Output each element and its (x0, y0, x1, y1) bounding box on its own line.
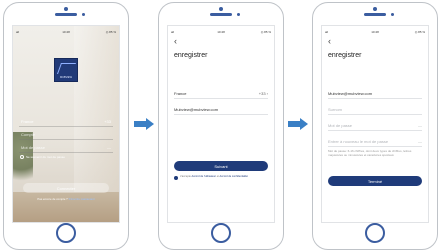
battery-text: ◎ 85 % (260, 30, 271, 34)
logo-mark-icon (56, 63, 77, 74)
speaker (55, 13, 77, 16)
page-title: enregistrer (328, 52, 362, 59)
signal-text: all (16, 30, 20, 34)
country-label: France (21, 118, 34, 124)
flow-arrow-1 (134, 118, 154, 130)
account-input[interactable]: Compte (19, 129, 113, 140)
agree-prefix: J'accepte (180, 175, 191, 178)
email-value: Mubview@mubview.com (174, 106, 219, 112)
confirm-placeholder: Entrer à nouveau le mot de passe (328, 138, 389, 144)
sensor (237, 13, 240, 16)
remember-password-row[interactable]: Se souvenir du mot de passe (20, 155, 65, 159)
nickname-placeholder: Surnom (328, 106, 343, 112)
logo-text: MUBVIEW (60, 76, 72, 79)
privacy-agreement-link[interactable]: Accord de confidentialité (220, 175, 248, 178)
signal-text: all (325, 30, 329, 34)
signup-link[interactable]: S'inscrire maintenant (69, 197, 95, 201)
email-field[interactable]: Mubview@mubview.com (328, 88, 422, 99)
password-rules-note: Mot de passe: 6-16 chiffres, dont deux t… (328, 149, 412, 157)
next-button[interactable]: Suivant (174, 161, 268, 171)
signal-text: all (171, 30, 175, 34)
status-bar: all 10:48 ◎ 85 % (16, 28, 116, 36)
nickname-input[interactable]: Surnom (328, 104, 422, 115)
agree-radio[interactable] (174, 175, 178, 180)
confirm-password-input[interactable]: Entrer à nouveau le mot de passe — (328, 136, 422, 147)
battery-text: ◎ 85 % (414, 30, 425, 34)
country-selector[interactable]: France +33 (19, 116, 113, 127)
status-time: 10:48 (371, 30, 379, 34)
connect-button[interactable]: Connecter (23, 183, 109, 193)
back-icon[interactable]: ‹ (174, 36, 177, 46)
confirm-eye-icon[interactable]: — (418, 139, 422, 144)
remember-checkbox[interactable] (20, 155, 24, 159)
signup-prompt: Pas encore de compte ? S'inscrire mainte… (13, 197, 119, 201)
speaker (364, 13, 386, 16)
sensor (391, 13, 394, 16)
password-input[interactable]: Mot de passe — (19, 142, 113, 153)
email-value: Mubview@mubview.com (328, 90, 373, 96)
password-placeholder: Mot de passe (328, 122, 353, 128)
phone-register-step2: all 10:48 ◎ 85 % ‹ enregistrer Mubview@m… (312, 2, 438, 250)
home-button[interactable] (56, 223, 76, 243)
home-button[interactable] (211, 223, 231, 243)
user-agreement-link[interactable]: Accord de l'utilisateur (191, 175, 216, 178)
password-placeholder: Mot de passe (21, 144, 46, 150)
password-input[interactable]: Mot de passe — (328, 120, 422, 131)
country-selector[interactable]: France +33 › (174, 88, 268, 99)
status-time: 10:48 (217, 30, 225, 34)
account-placeholder: Compte (21, 131, 36, 137)
status-bar: all 10:48 ◎ 85 % (171, 28, 271, 36)
signup-text: Pas encore de compte ? (37, 197, 68, 201)
status-time: 10:48 (62, 30, 70, 34)
country-label: France (174, 90, 187, 96)
agreement-row: J'accepte Accord de l'utilisateur et Acc… (174, 175, 268, 180)
password-eye-icon[interactable]: — (418, 123, 422, 128)
sensor (82, 13, 85, 16)
password-eye-icon[interactable]: — (107, 145, 111, 150)
flow-arrow-2 (288, 118, 308, 130)
country-code: +33 › (258, 90, 268, 96)
remember-label: Se souvenir du mot de passe (26, 155, 65, 159)
email-input[interactable]: Mubview@mubview.com (174, 104, 268, 115)
country-code: +33 (104, 118, 111, 124)
page-title: enregistrer (174, 52, 208, 59)
front-camera (219, 7, 223, 11)
front-camera (64, 7, 68, 11)
front-camera (373, 7, 377, 11)
register-screen-1: all 10:48 ◎ 85 % ‹ enregistrer France +3… (167, 25, 275, 223)
app-logo: MUBVIEW (54, 58, 78, 82)
home-button[interactable] (365, 223, 385, 243)
phone-login: all 10:48 ◎ 85 % MUBVIEW France +33 Comp… (3, 2, 129, 250)
done-button[interactable]: Terminé (328, 176, 422, 186)
speaker (210, 13, 232, 16)
register-screen-2: all 10:48 ◎ 85 % ‹ enregistrer Mubview@m… (321, 25, 429, 223)
battery-text: ◎ 85 % (105, 30, 116, 34)
back-icon[interactable]: ‹ (328, 36, 331, 46)
status-bar: all 10:48 ◎ 85 % (325, 28, 425, 36)
phone-register-step1: all 10:48 ◎ 85 % ‹ enregistrer France +3… (158, 2, 284, 250)
login-screen: all 10:48 ◎ 85 % MUBVIEW France +33 Comp… (12, 25, 120, 223)
